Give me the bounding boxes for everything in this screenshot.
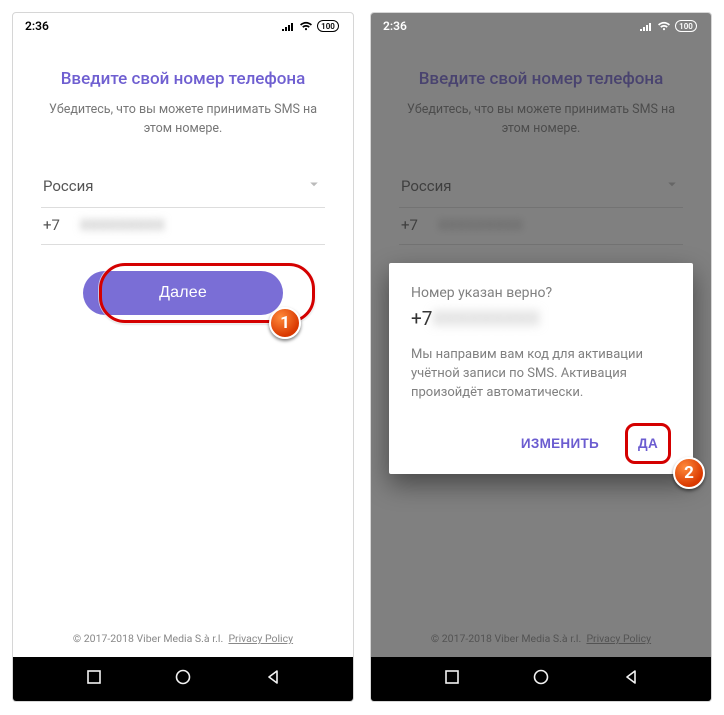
signal-icon <box>639 21 653 31</box>
dialog-prefix: +7 <box>411 307 432 330</box>
signal-icon <box>281 21 295 31</box>
home-icon[interactable] <box>532 668 550 690</box>
svg-text:100: 100 <box>321 22 335 31</box>
copyright-text: © 2017-2018 Viber Media S.à r.l. <box>73 632 223 645</box>
dialog-question: Номер указан верно? <box>411 285 671 301</box>
page-subtitle: Убедитесь, что вы можете принимать SMS н… <box>41 101 325 139</box>
status-indicators: 100 <box>639 20 699 32</box>
back-icon[interactable] <box>265 669 281 689</box>
android-navbar <box>371 657 711 701</box>
country-label: Россия <box>43 177 94 195</box>
home-icon[interactable] <box>174 668 192 690</box>
dialog-phone: +7XXXXXXXXX <box>411 307 671 330</box>
chevron-down-icon <box>305 175 323 197</box>
privacy-link[interactable]: Privacy Policy <box>228 632 293 645</box>
battery-icon: 100 <box>675 20 699 32</box>
annotation-callout-1: 1 <box>269 307 301 339</box>
wifi-icon <box>657 21 671 31</box>
status-indicators: 100 <box>281 20 341 32</box>
phone-screen-2: 2:36 100 Введите свой номер телефона Убе… <box>370 12 712 702</box>
recent-apps-icon[interactable] <box>444 669 460 689</box>
recent-apps-icon[interactable] <box>86 669 102 689</box>
footer: © 2017-2018 Viber Media S.à r.l. Privacy… <box>13 620 353 657</box>
battery-icon: 100 <box>317 20 341 32</box>
phone-input-row[interactable]: +7 XXXXXXXXX <box>41 208 325 245</box>
dialog-info: Мы направим вам код для активации учётно… <box>411 346 671 403</box>
confirm-dialog: Номер указан верно? +7XXXXXXXXX Мы напра… <box>389 263 693 474</box>
yes-button[interactable]: ДА <box>634 428 662 459</box>
dialog-actions: ИЗМЕНИТЬ ДА <box>411 423 671 464</box>
phone-number-masked: XXXXXXXXX <box>80 216 323 234</box>
android-navbar <box>13 657 353 701</box>
wifi-icon <box>299 21 313 31</box>
next-button[interactable]: Далее <box>83 271 283 315</box>
back-icon[interactable] <box>623 669 639 689</box>
status-time: 2:36 <box>25 19 49 33</box>
screen-content: Введите свой номер телефона Убедитесь, ч… <box>13 39 353 620</box>
svg-text:100: 100 <box>679 22 693 31</box>
country-selector[interactable]: Россия <box>41 167 325 208</box>
dialog-phone-masked: XXXXXXXXX <box>432 307 539 330</box>
country-prefix: +7 <box>43 216 60 234</box>
page-title: Введите свой номер телефона <box>41 69 325 89</box>
phone-screen-1: 2:36 100 Введите свой номер телефона Убе… <box>12 12 354 702</box>
annotation-highlight: ДА <box>625 423 671 464</box>
status-bar: 2:36 100 <box>13 13 353 39</box>
status-time: 2:36 <box>383 19 407 33</box>
status-bar: 2:36 100 <box>371 13 711 39</box>
change-button[interactable]: ИЗМЕНИТЬ <box>517 428 603 459</box>
